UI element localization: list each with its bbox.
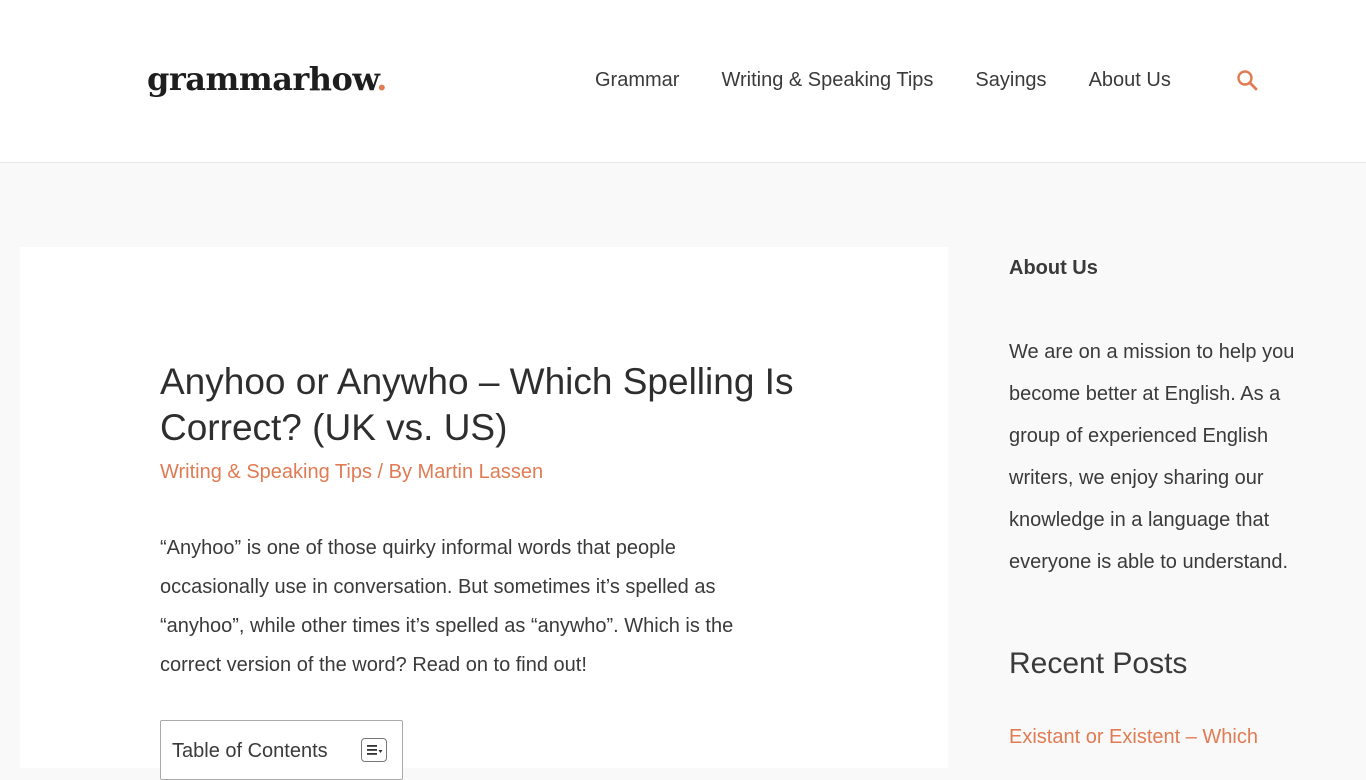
article-intro: “Anyhoo” is one of those quirky informal… [160,537,734,676]
table-of-contents: Table of Contents [160,720,403,780]
nav-writing-speaking-tips[interactable]: Writing & Speaking Tips [721,69,933,92]
recent-post-link[interactable]: Existant or Existent – Which [1009,726,1258,749]
category-link[interactable]: Writing & Speaking Tips [160,461,372,483]
article-meta: Writing & Speaking Tips / By Martin Lass… [160,461,543,484]
author-link[interactable]: Martin Lassen [418,461,544,483]
meta-separator: / By [371,461,418,483]
article-title: Anyhoo or Anywho – Which Spelling Is Cor… [160,361,794,448]
logo-dot: . [376,60,387,98]
search-icon [1237,70,1258,91]
recent-posts-heading: Recent Posts [1009,647,1188,680]
logo-text: grammarhow [147,60,377,98]
toc-title: Table of Contents [172,740,328,762]
search-button[interactable] [1236,69,1260,93]
about-heading: About Us [1009,257,1098,279]
about-text: We are on a mission to help you become b… [1009,341,1295,573]
article-card: Anyhoo or Anywho – Which Spelling Is Cor… [20,247,948,780]
nav-grammar[interactable]: Grammar [595,69,679,92]
site-logo[interactable]: grammarhow. [147,60,387,98]
list-toggle-icon [367,745,383,755]
site-header: grammarhow. Grammar Writing & Speaking T… [0,0,1366,163]
main-nav: Grammar Writing & Speaking Tips Sayings … [595,69,1213,92]
nav-about-us[interactable]: About Us [1089,69,1171,92]
nav-sayings[interactable]: Sayings [975,69,1046,92]
toc-toggle-button[interactable] [361,738,387,762]
